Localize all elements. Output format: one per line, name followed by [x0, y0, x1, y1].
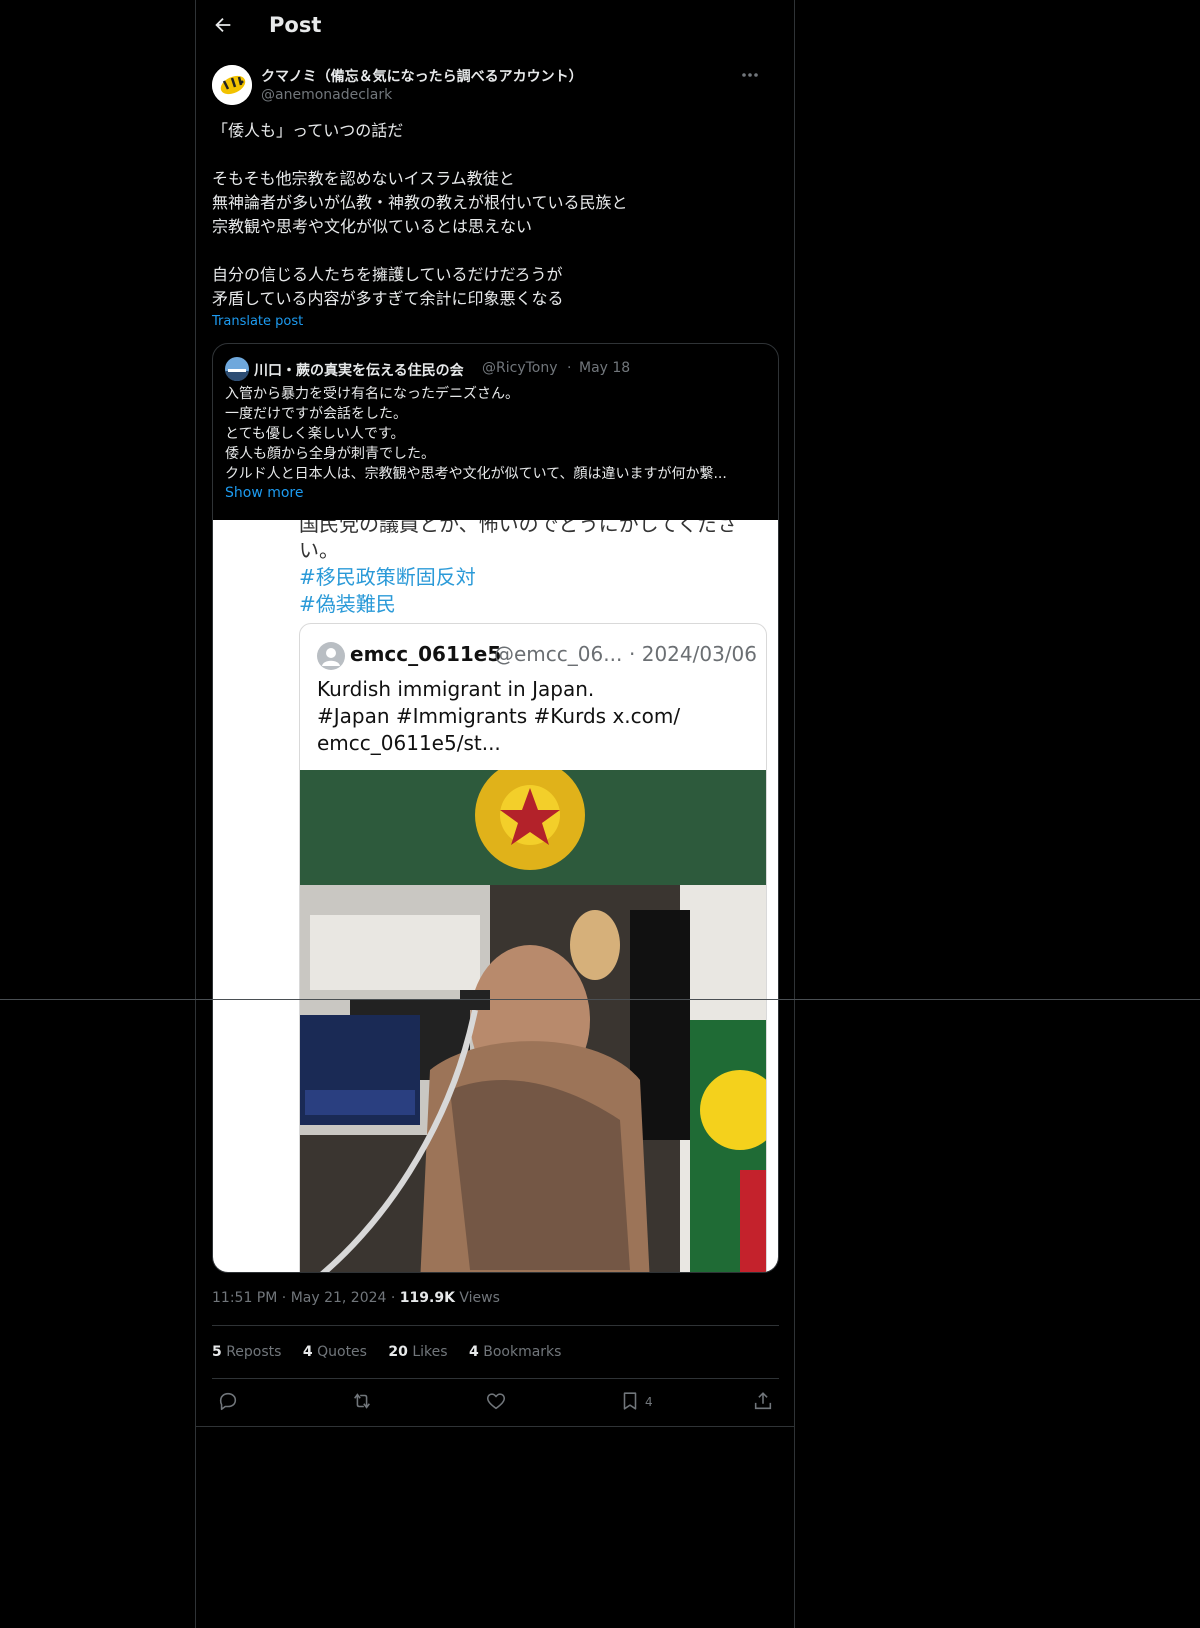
bookmark-icon — [623, 1392, 637, 1410]
quoted-post-date[interactable]: May 18 — [579, 360, 630, 376]
bookmarks-stat[interactable]: 4 Bookmarks — [469, 1344, 561, 1360]
quoted-text-line: クルド人と日本人は、宗教観や思考や文化が似ていて、顔は違いますが何か繋... — [225, 466, 727, 482]
author-avatar[interactable] — [212, 65, 252, 105]
more-horizontal-icon — [742, 73, 758, 77]
embedded-text-line: #Japan #Immigrants #Kurds x.com/ — [317, 704, 681, 728]
post-text-line: 宗教観や思考や文化が似ているとは思えない — [212, 217, 533, 236]
embedded-text-line: Kurdish immigrant in Japan. — [317, 677, 595, 701]
embedded-tweet-card: emcc_0611e5 @emcc_06... · 2024/03/06 Kur… — [299, 623, 767, 1272]
divider — [212, 1325, 779, 1326]
show-more-link[interactable]: Show more — [225, 485, 304, 501]
views-label: Views — [459, 1290, 500, 1306]
page-title: Post — [269, 13, 322, 37]
post-text-line: 自分の信じる人たちを擁護しているだけだろうが — [212, 265, 563, 284]
post-text: 「倭人も」っていつの話だ そもそも他宗教を認めないイスラム教徒と 無神論者が多い… — [212, 119, 780, 311]
share-icon — [754, 1392, 772, 1410]
reply-button[interactable] — [217, 1390, 247, 1416]
embedded-text-line: emcc_0611e5/st... — [317, 731, 501, 755]
reposts-stat[interactable]: 5 Reposts — [212, 1344, 281, 1360]
post-metadata: 11:51 PM · May 21, 2024 · 119.9K Views — [212, 1290, 500, 1306]
like-button[interactable] — [485, 1390, 515, 1416]
engagement-stats: 5 Reposts 4 Quotes 20 Likes 4 Bookmarks — [212, 1344, 578, 1360]
quotes-stat[interactable]: 4 Quotes — [303, 1344, 367, 1360]
post-text-line: 矛盾している内容が多すぎて余計に印象悪くなる — [212, 289, 564, 308]
screen-seam-line — [0, 999, 1200, 1000]
bookmark-count: 4 — [645, 1395, 653, 1409]
author-display-name[interactable]: クマノミ（備忘＆気になったら調べるアカウント） — [261, 66, 583, 86]
author-handle[interactable]: @anemonadeclark — [261, 87, 392, 103]
divider — [196, 1426, 794, 1427]
post-text-line: そもそも他宗教を認めないイスラム教徒と — [212, 169, 515, 188]
divider — [212, 1378, 779, 1379]
post-text-line: 「倭人も」っていつの話だ — [212, 121, 404, 140]
repost-button[interactable] — [351, 1390, 381, 1416]
main-column: Post クマノミ（備忘＆気になったら調べるアカウント） @anemonadec… — [195, 0, 795, 1628]
default-avatar-icon — [317, 642, 345, 670]
post-text-line — [212, 143, 780, 167]
quoted-media-image[interactable]: 国民党の議員とか、怖いのでどうにかしてくださ い。 #移民政策断固反対 #偽装難… — [213, 520, 778, 1272]
screenshot-text: い。 — [299, 538, 339, 562]
embedded-photo — [300, 760, 766, 1272]
more-options-button[interactable] — [739, 66, 761, 84]
quoted-text-line: 倭人も顔から全身が刺青でした。 — [225, 446, 435, 462]
screenshot-hashtag: #移民政策断固反対 — [299, 565, 476, 589]
repost-icon — [354, 1393, 370, 1409]
embedded-author-handle: @emcc_06... — [494, 642, 623, 666]
quoted-text-line: とても優しく楽しい人です。 — [225, 426, 405, 442]
post-date[interactable]: May 21, 2024 — [291, 1290, 387, 1306]
reply-icon — [219, 1392, 237, 1411]
screenshot-hashtag: #偽装難民 — [299, 592, 396, 616]
bookmark-button[interactable]: 4 — [619, 1390, 669, 1416]
quoted-text-line: 一度だけですが会話をした。 — [225, 406, 407, 422]
quoted-post[interactable]: 川口・蕨の真実を伝える住民の会 @RicyTony · May 18 入管から暴… — [212, 343, 779, 1273]
quoted-author-handle[interactable]: @RicyTony — [482, 360, 558, 376]
quoted-text-line: 入管から暴力を受け有名になったデニズさん。 — [225, 386, 519, 402]
post-text-line: 無神論者が多いが仏教・神教の教えが根付いている民族と — [212, 193, 628, 212]
share-button[interactable] — [752, 1390, 782, 1416]
embedded-post-date: · 2024/03/06 — [629, 642, 757, 666]
embedded-author-name: emcc_0611e5 — [350, 642, 502, 666]
post-text-line — [212, 239, 780, 263]
heart-icon — [486, 1393, 506, 1410]
quoted-author-name[interactable]: 川口・蕨の真実を伝える住民の会 — [254, 360, 464, 380]
translate-post-link[interactable]: Translate post — [212, 314, 303, 329]
arrow-left-icon — [215, 17, 231, 33]
embedded-post-text: Kurdish immigrant in Japan. #Japan #Immi… — [317, 676, 747, 757]
separator-dot: · — [567, 360, 572, 376]
quoted-author-avatar[interactable] — [225, 357, 249, 381]
post-time[interactable]: 11:51 PM — [212, 1290, 277, 1306]
likes-stat[interactable]: 20 Likes — [388, 1344, 447, 1360]
page-header: Post — [196, 0, 794, 54]
quoted-post-text: 入管から暴力を受け有名になったデニズさん。 一度だけですが会話をした。 とても優… — [225, 384, 770, 484]
back-button[interactable] — [212, 14, 238, 40]
screenshot-text-cut: 国民党の議員とか、怖いのでどうにかしてくださ — [299, 520, 738, 536]
views-count: 119.9K — [399, 1290, 455, 1306]
